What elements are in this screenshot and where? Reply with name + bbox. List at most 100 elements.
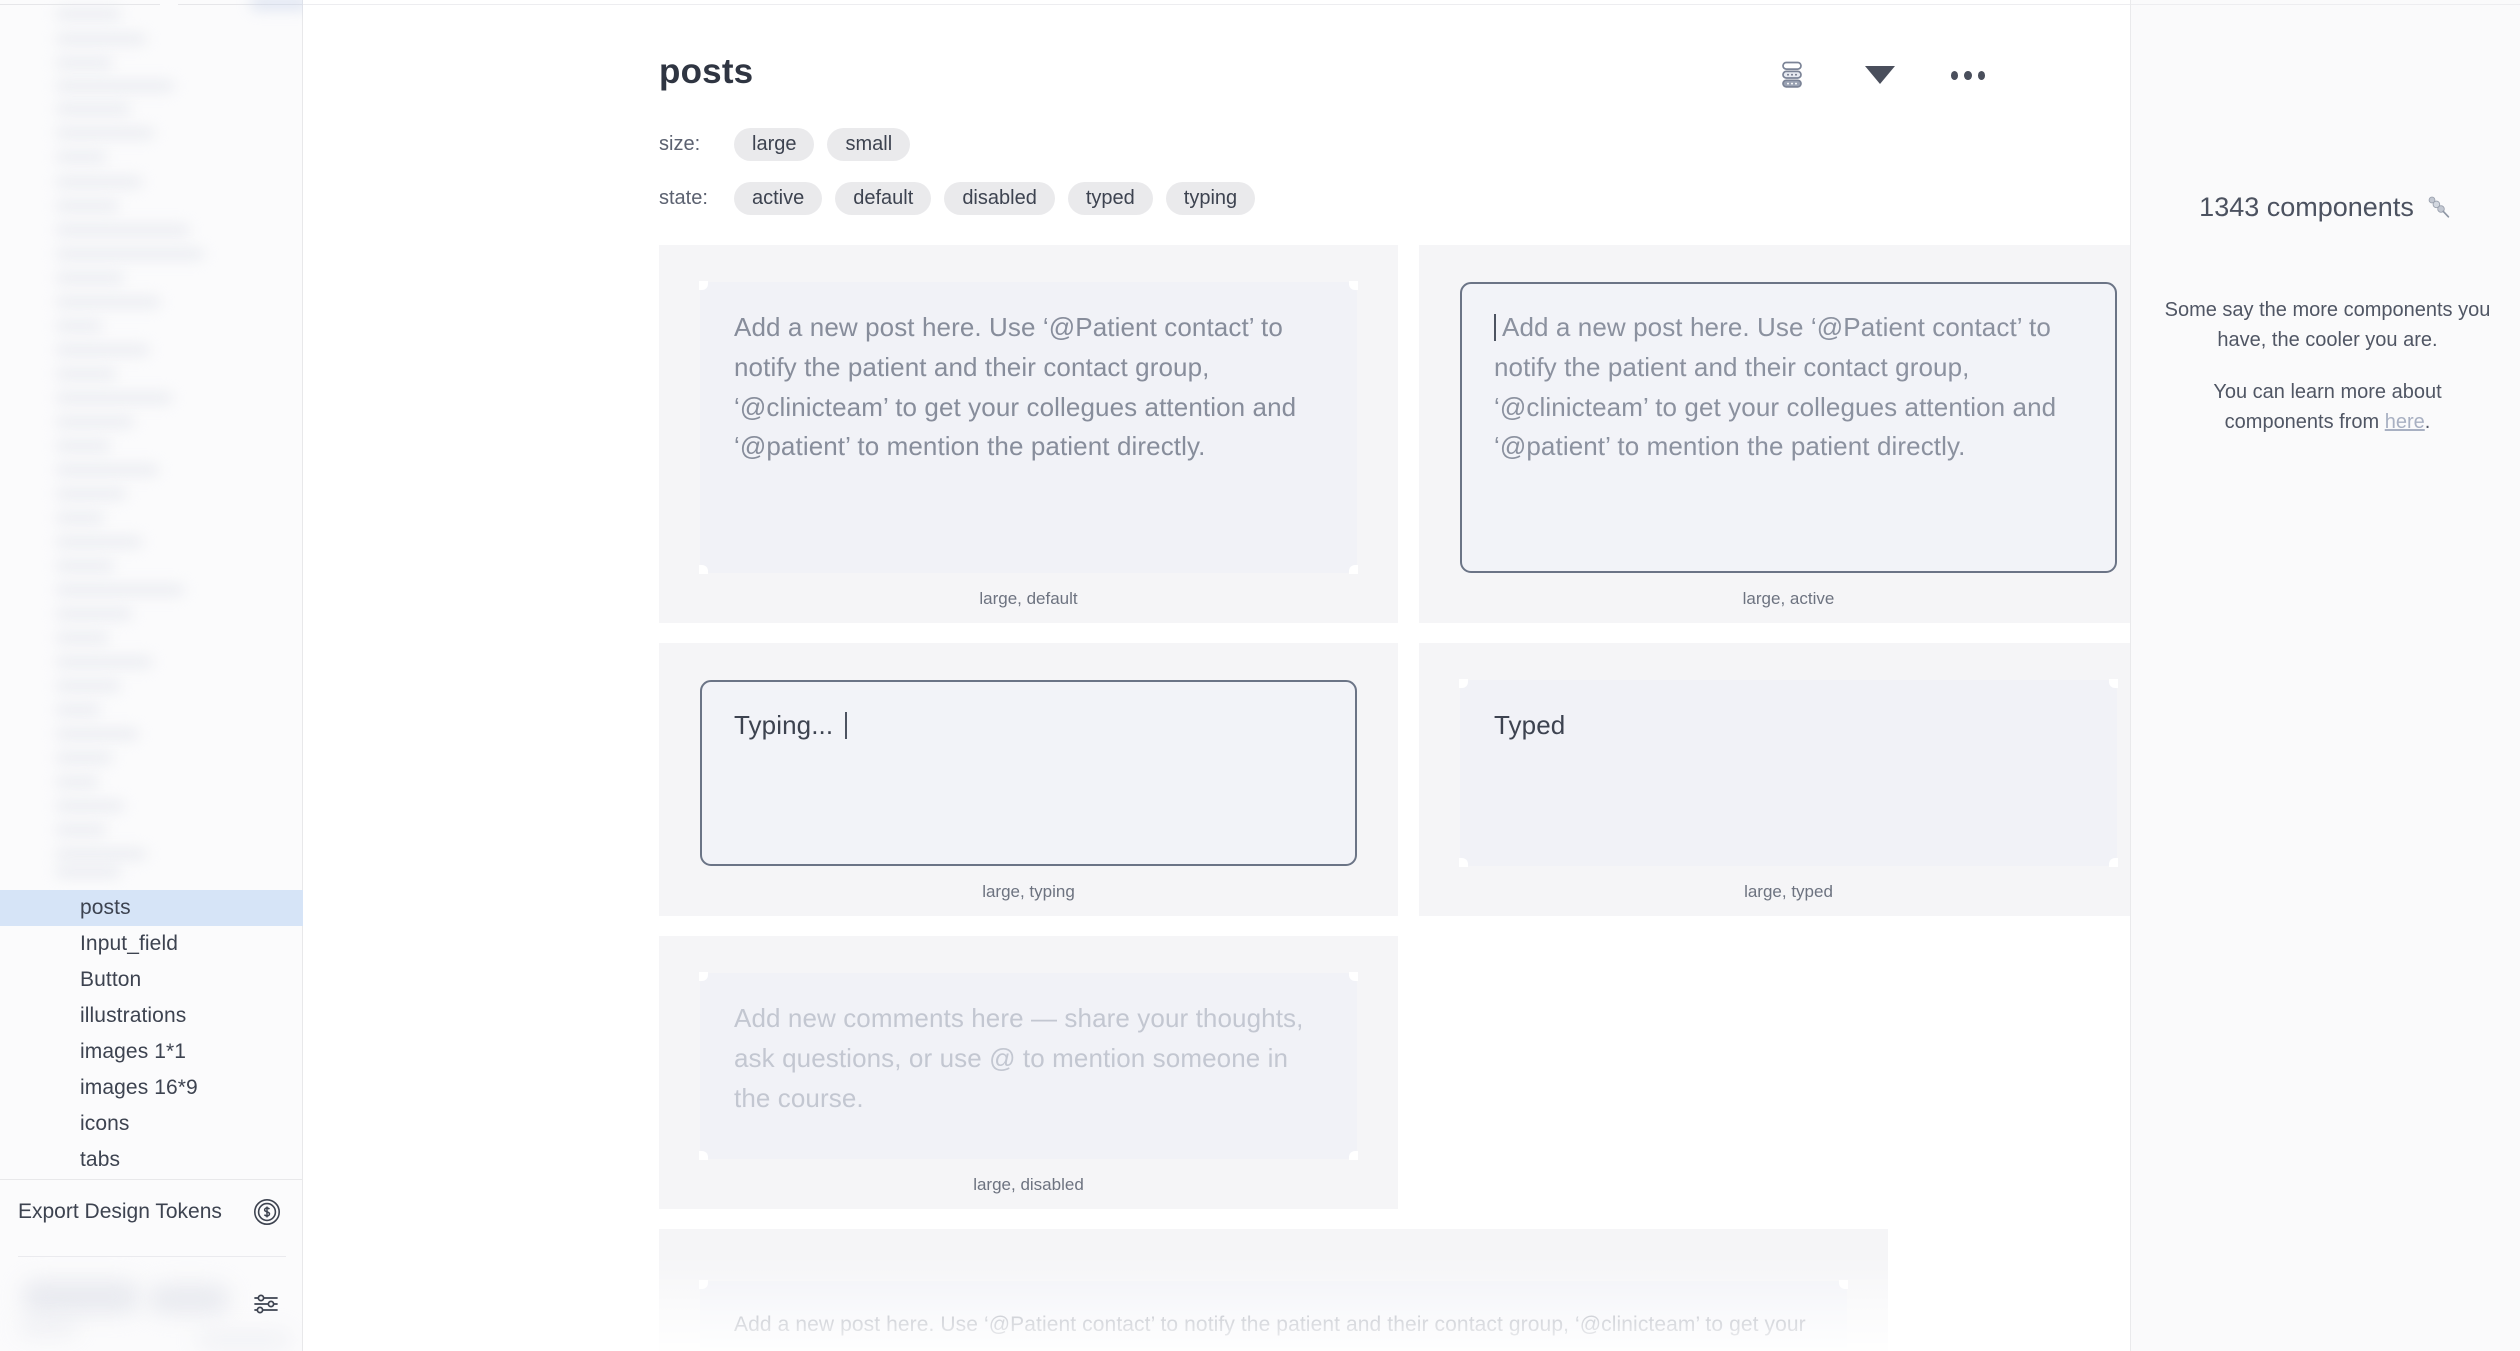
text-cursor-icon (1494, 314, 1496, 341)
resize-handle-icon (699, 565, 708, 574)
variant-label-state: state: (659, 187, 708, 209)
sidebar-item-icons[interactable]: icons (0, 1106, 303, 1142)
post-input-disabled: Add new comments here — share your thoug… (699, 972, 1358, 1160)
sidebar-item-tabs[interactable]: tabs (0, 1142, 303, 1178)
component-count-label: 1343 components (2199, 192, 2414, 222)
post-input-value-text: Typing... (734, 710, 834, 740)
post-input-small[interactable]: Add a new post here. Use ‘@Patient conta… (699, 1280, 1848, 1351)
right-panel: 1343 components Some say the more compon… (2130, 0, 2520, 1351)
right-panel-line-2: You can learn more about components from… (2157, 377, 2498, 437)
component-card-large-active: Add a new post here. Use ‘@Patient conta… (1419, 245, 2130, 623)
component-grid-row: Typing... large, typing Typed large, typ… (659, 643, 2130, 916)
app-root: posts Input_field Button illustrations i… (0, 0, 2520, 1351)
sidebar-item-label: icons (80, 1112, 130, 1135)
post-input-value: Typing... (734, 706, 1323, 746)
caret-down-icon[interactable] (1863, 58, 1897, 92)
resize-handle-icon (2109, 679, 2118, 688)
component-grid: Add a new post here. Use ‘@Patient conta… (659, 245, 2130, 1351)
sidebar-item-label: tabs (80, 1148, 121, 1171)
resize-handle-icon (699, 1280, 708, 1289)
chip-state-default[interactable]: default (835, 182, 932, 215)
card-caption: large, disabled (973, 1175, 1084, 1194)
post-input-active[interactable]: Add a new post here. Use ‘@Patient conta… (1460, 282, 2117, 573)
needle-thread-icon (2423, 193, 2452, 222)
stacked-layers-icon[interactable] (1775, 58, 1809, 92)
chip-state-disabled[interactable]: disabled (944, 182, 1055, 215)
post-input-placeholder: Add a new post here. Use ‘@Patient conta… (1494, 308, 2083, 467)
card-caption: large, default (979, 589, 1078, 608)
sidebar-bottom-blurred-area (0, 1262, 303, 1351)
export-design-tokens-label: Export Design Tokens (18, 1200, 222, 1223)
sidebar-component-list[interactable]: posts Input_field Button illustrations i… (0, 890, 303, 1178)
right-panel-body: Some say the more components you have, t… (2157, 295, 2498, 437)
left-sidebar: posts Input_field Button illustrations i… (0, 0, 303, 1351)
post-input-typed[interactable]: Typed (1459, 679, 2118, 867)
resize-handle-icon (1349, 972, 1358, 981)
text-cursor-icon (845, 712, 848, 739)
resize-handle-icon (699, 1151, 708, 1160)
sidebar-item-label: images 1*1 (80, 1040, 187, 1063)
component-card-large-typing: Typing... large, typing (659, 643, 1398, 916)
comment-input-placeholder: Add new comments here — share your thoug… (734, 1003, 1304, 1113)
sidebar-item-images-16x9[interactable]: images 16*9 (0, 1070, 303, 1106)
chip-state-typing[interactable]: typing (1165, 182, 1256, 215)
sidebar-item-button[interactable]: Button (0, 962, 303, 998)
resize-handle-icon (699, 972, 708, 981)
resize-handle-icon (1349, 565, 1358, 574)
component-card-small-default: Add a new post here. Use ‘@Patient conta… (659, 1229, 1888, 1351)
resize-handle-icon (1349, 1151, 1358, 1160)
variant-row-size: size: large small (659, 128, 911, 161)
post-input-placeholder: Add a new post here. Use ‘@Patient conta… (734, 312, 1297, 462)
card-caption: large, typed (1744, 882, 1833, 901)
more-horizontal-icon[interactable] (1951, 58, 1985, 92)
sidebar-item-label: Input_field (80, 932, 179, 955)
sidebar-blurred-layers-list (0, 0, 303, 890)
resize-handle-icon (1459, 858, 1468, 867)
components-help-link[interactable]: here (2385, 411, 2425, 433)
main-canvas: posts size: large small state: active de… (303, 0, 2130, 1351)
canvas-top-rule (303, 4, 2130, 5)
card-caption: large, typing (982, 882, 1075, 901)
post-input-value: Typed (1494, 710, 1566, 740)
component-grid-row: Add new comments here — share your thoug… (659, 936, 2130, 1209)
post-input-typing[interactable]: Typing... (700, 680, 1357, 866)
canvas-toolbar (1775, 58, 1985, 92)
chip-state-typed[interactable]: typed (1067, 182, 1153, 215)
component-card-large-disabled: Add new comments here — share your thoug… (659, 936, 1398, 1209)
export-design-tokens-row[interactable]: Export Design Tokens (0, 1179, 303, 1245)
resize-handle-icon (1349, 281, 1358, 290)
sidebar-item-input-field[interactable]: Input_field (0, 926, 303, 962)
post-input-default[interactable]: Add a new post here. Use ‘@Patient conta… (699, 281, 1358, 574)
card-caption: large, active (1742, 589, 1835, 608)
resize-handle-icon (699, 281, 708, 290)
chip-size-small[interactable]: small (827, 128, 911, 161)
variant-row-state: state: active default disabled typed typ… (659, 182, 1256, 215)
component-card-large-typed: Typed large, typed (1419, 643, 2130, 916)
sidebar-item-label: images 16*9 (80, 1076, 198, 1099)
variant-label-size: size: (659, 133, 701, 155)
sidebar-item-label: Button (80, 968, 142, 991)
sidebar-top-rule (0, 4, 160, 5)
sliders-settings-icon[interactable] (251, 1290, 281, 1318)
chip-size-large[interactable]: large (734, 128, 815, 161)
page-title: posts (659, 52, 754, 91)
sidebar-item-posts[interactable]: posts (0, 890, 303, 926)
sidebar-item-label: posts (80, 896, 131, 919)
component-count: 1343 components (2131, 192, 2520, 223)
resize-handle-icon (1839, 1280, 1848, 1289)
right-panel-line-2-post: . (2424, 411, 2431, 433)
sidebar-item-illustrations[interactable]: illustrations (0, 998, 303, 1034)
sidebar-item-label: illustrations (80, 1004, 187, 1027)
component-card-large-default: Add a new post here. Use ‘@Patient conta… (659, 245, 1398, 623)
right-panel-line-1: Some say the more components you have, t… (2164, 299, 2491, 351)
sidebar-item-images-1x1[interactable]: images 1*1 (0, 1034, 303, 1070)
chip-state-active[interactable]: active (734, 182, 823, 215)
coin-dollar-icon (253, 1198, 281, 1226)
post-input-placeholder-text: Add a new post here. Use ‘@Patient conta… (1494, 312, 2057, 462)
sidebar-bottom-rule (18, 1256, 286, 1257)
component-grid-row: Add a new post here. Use ‘@Patient conta… (659, 245, 2130, 623)
post-input-placeholder: Add a new post here. Use ‘@Patient conta… (734, 1313, 1806, 1351)
sidebar-top-rule-2 (178, 4, 303, 5)
component-grid-row: Add a new post here. Use ‘@Patient conta… (659, 1229, 2130, 1351)
resize-handle-icon (1459, 679, 1468, 688)
